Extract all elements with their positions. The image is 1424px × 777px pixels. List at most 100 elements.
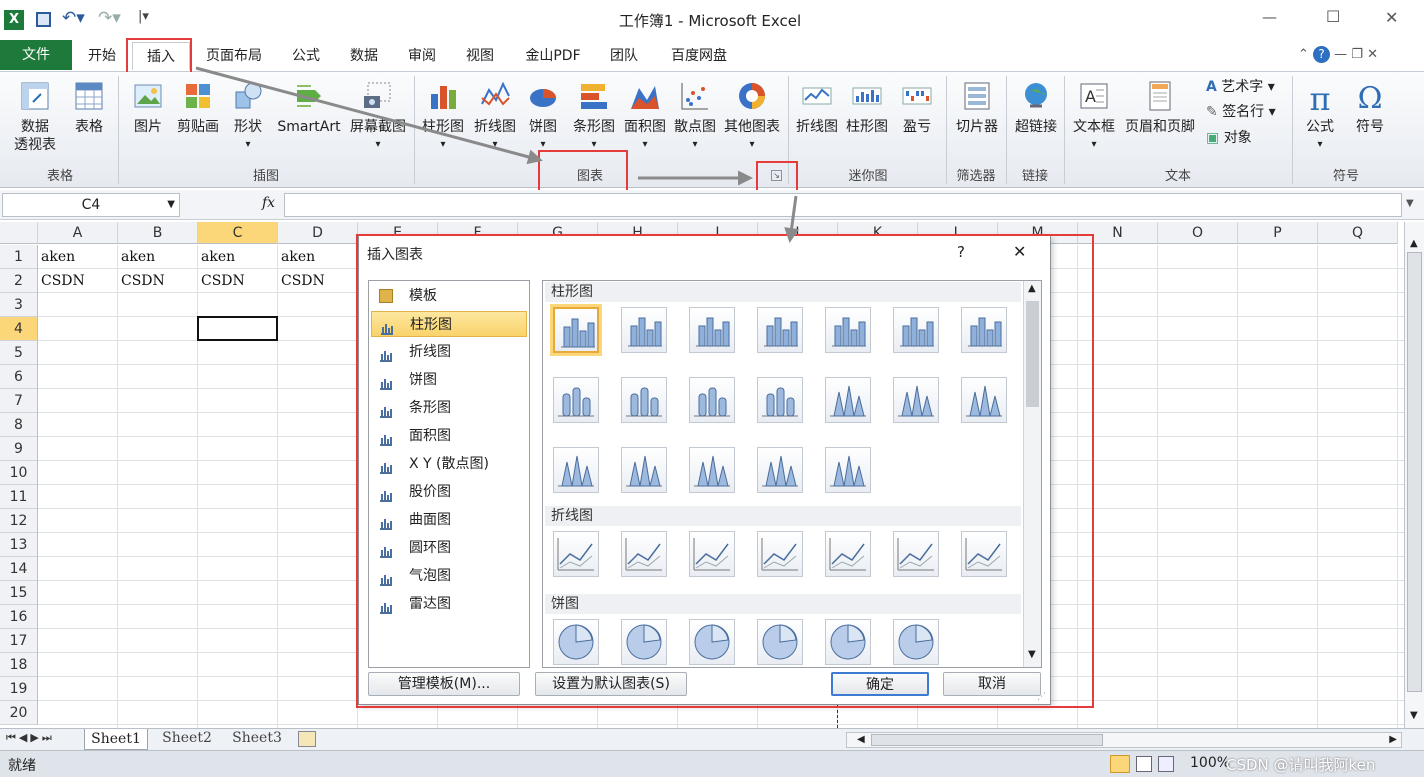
- function-icon[interactable]: fx: [262, 195, 275, 211]
- hyperlink-button[interactable]: 超链接: [1010, 80, 1062, 136]
- cell-d2[interactable]: CSDN: [278, 269, 358, 293]
- column-header-a[interactable]: A: [38, 222, 118, 244]
- insert-sheet-icon[interactable]: [298, 731, 316, 747]
- screenshot-button[interactable]: 屏幕截图 ▾: [346, 80, 410, 154]
- line-chart-button[interactable]: 折线图 ▾: [470, 80, 520, 154]
- cell-b2[interactable]: CSDN: [118, 269, 198, 293]
- textbox-button[interactable]: A 文本框 ▾: [1070, 80, 1118, 154]
- row-header-10[interactable]: 10: [0, 461, 38, 485]
- row-header-9[interactable]: 9: [0, 437, 38, 461]
- row-header-3[interactable]: 3: [0, 293, 38, 317]
- excel-logo-icon[interactable]: X: [4, 10, 24, 30]
- redo-icon[interactable]: ↷▾: [98, 8, 121, 28]
- signature-line-button[interactable]: ✎ 签名行 ▾: [1206, 103, 1290, 121]
- column-header-b[interactable]: B: [118, 222, 198, 244]
- cell-c2[interactable]: CSDN: [198, 269, 278, 293]
- row-header-5[interactable]: 5: [0, 341, 38, 365]
- row-header-16[interactable]: 16: [0, 605, 38, 629]
- sheet-tab-3[interactable]: Sheet3: [226, 730, 288, 746]
- view-normal-icon[interactable]: [1110, 755, 1130, 773]
- scatter-chart-button[interactable]: 散点图 ▾: [670, 80, 720, 154]
- row-header-15[interactable]: 15: [0, 581, 38, 605]
- save-icon[interactable]: [36, 12, 51, 27]
- clipart-button[interactable]: 剪贴画: [172, 80, 224, 136]
- row-header-8[interactable]: 8: [0, 413, 38, 437]
- pivot-table-button[interactable]: 数据 透视表: [6, 80, 64, 154]
- cell-c1[interactable]: aken: [198, 245, 278, 269]
- equation-button[interactable]: π 公式 ▾: [1300, 80, 1340, 154]
- sheet-tab-2[interactable]: Sheet2: [156, 730, 218, 746]
- tab-formulas[interactable]: 公式: [284, 42, 328, 70]
- help-icon[interactable]: ?: [1313, 46, 1331, 63]
- scroll-right-icon[interactable]: ▶: [1389, 734, 1397, 745]
- tab-home[interactable]: 开始: [80, 42, 124, 70]
- row-header-17[interactable]: 17: [0, 629, 38, 653]
- tab-view[interactable]: 视图: [458, 42, 502, 70]
- view-page-break-icon[interactable]: [1158, 756, 1174, 772]
- sheet-nav-buttons[interactable]: ⏮◀▶⏭: [6, 731, 55, 745]
- object-button[interactable]: ▣ 对象: [1206, 129, 1266, 147]
- view-page-layout-icon[interactable]: [1136, 756, 1152, 772]
- vertical-scroll-thumb[interactable]: [1407, 252, 1422, 692]
- scroll-down-icon[interactable]: ▼: [1410, 710, 1418, 721]
- area-chart-button[interactable]: 面积图 ▾: [620, 80, 670, 154]
- row-header-14[interactable]: 14: [0, 557, 38, 581]
- horizontal-scroll-thumb[interactable]: [871, 734, 1103, 746]
- row-header-19[interactable]: 19: [0, 677, 38, 701]
- chevron-down-icon[interactable]: ▼: [167, 194, 175, 216]
- maximize-button[interactable]: ☐: [1326, 7, 1340, 26]
- header-footer-button[interactable]: 页眉和页脚: [1120, 80, 1200, 136]
- tab-kingsoft-pdf[interactable]: 金山PDF: [518, 42, 588, 70]
- bar-chart-button[interactable]: 条形图 ▾: [568, 80, 620, 154]
- formula-input[interactable]: [284, 193, 1402, 217]
- tab-page-layout[interactable]: 页面布局: [198, 42, 270, 70]
- scroll-up-icon[interactable]: ▲: [1410, 238, 1418, 249]
- sparkline-column-button[interactable]: 柱形图: [844, 80, 890, 136]
- row-header-12[interactable]: 12: [0, 509, 38, 533]
- column-chart-button[interactable]: 柱形图 ▾: [418, 80, 468, 154]
- undo-icon[interactable]: ↶▾: [62, 8, 85, 28]
- row-header-20[interactable]: 20: [0, 701, 38, 725]
- column-header-p[interactable]: P: [1238, 222, 1318, 244]
- tab-team[interactable]: 团队: [602, 42, 646, 70]
- row-header-7[interactable]: 7: [0, 389, 38, 413]
- other-charts-button[interactable]: 其他图表 ▾: [720, 80, 784, 154]
- column-header-c[interactable]: C: [198, 222, 278, 244]
- column-header-o[interactable]: O: [1158, 222, 1238, 244]
- picture-button[interactable]: 图片: [126, 80, 170, 136]
- sparkline-winloss-button[interactable]: 盈亏: [896, 80, 938, 136]
- sheet-tab-1[interactable]: Sheet1: [84, 729, 148, 750]
- cell-b1[interactable]: aken: [118, 245, 198, 269]
- row-header-4[interactable]: 4: [0, 317, 38, 341]
- smartart-button[interactable]: SmartArt: [274, 80, 344, 136]
- minimize-button[interactable]: —: [1262, 8, 1277, 26]
- active-cell-c4[interactable]: [197, 316, 278, 341]
- name-box[interactable]: C4 ▼: [2, 193, 180, 217]
- slicer-button[interactable]: 切片器: [950, 80, 1004, 136]
- tab-review[interactable]: 审阅: [400, 42, 444, 70]
- vertical-scrollbar[interactable]: ▲ ▼: [1404, 222, 1424, 728]
- sparkline-line-button[interactable]: 折线图: [794, 80, 840, 136]
- shapes-button[interactable]: 形状 ▾: [228, 80, 268, 154]
- customize-quick-access-icon[interactable]: |▾: [138, 9, 149, 24]
- row-header-2[interactable]: 2: [0, 269, 38, 293]
- symbol-button[interactable]: Ω 符号: [1348, 80, 1392, 136]
- row-header-13[interactable]: 13: [0, 533, 38, 557]
- horizontal-scrollbar[interactable]: ◀ ▶: [846, 732, 1402, 748]
- wordart-button[interactable]: A 艺术字 ▾: [1206, 78, 1284, 96]
- ribbon-controls[interactable]: ⌃ ? — ❐ ✕: [1298, 46, 1378, 63]
- select-all-corner[interactable]: [0, 222, 38, 244]
- tab-file[interactable]: 文件: [0, 40, 72, 70]
- column-header-q[interactable]: Q: [1318, 222, 1398, 244]
- cell-a1[interactable]: aken: [38, 245, 118, 269]
- cell-d1[interactable]: aken: [278, 245, 358, 269]
- row-header-18[interactable]: 18: [0, 653, 38, 677]
- zoom-level[interactable]: 100%: [1190, 755, 1230, 771]
- table-button[interactable]: 表格: [66, 80, 112, 136]
- close-button[interactable]: ✕: [1385, 8, 1398, 27]
- tab-data[interactable]: 数据: [342, 42, 386, 70]
- row-header-1[interactable]: 1: [0, 245, 38, 269]
- expand-formula-bar-icon[interactable]: ▼: [1406, 198, 1414, 209]
- row-header-6[interactable]: 6: [0, 365, 38, 389]
- cell-a2[interactable]: CSDN: [38, 269, 118, 293]
